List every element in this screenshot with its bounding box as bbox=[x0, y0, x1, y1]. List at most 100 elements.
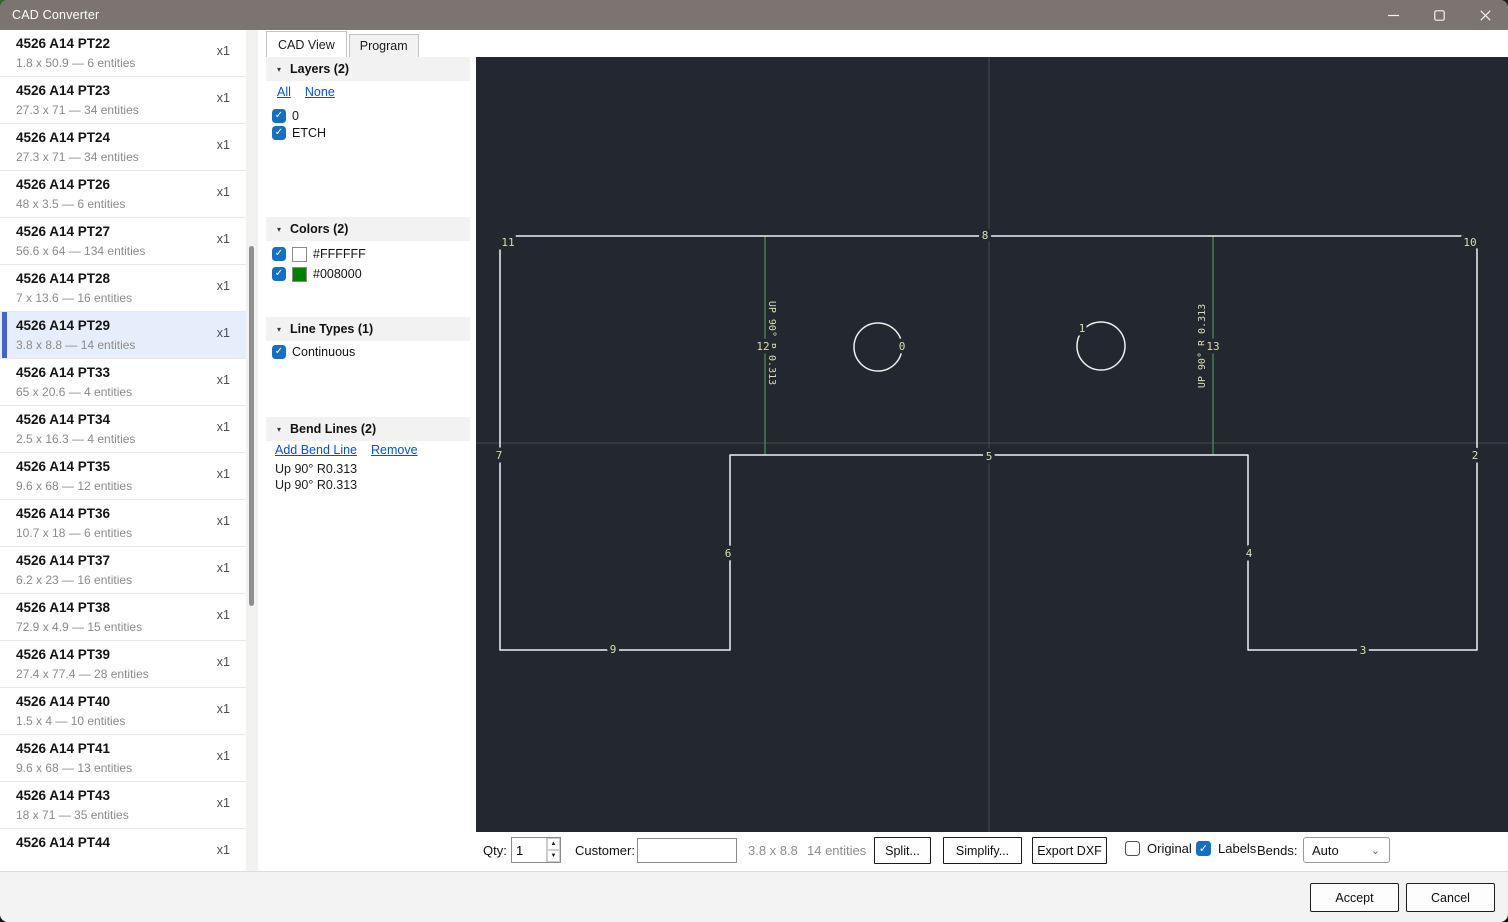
quantity-stepper[interactable]: ▲ ▼ bbox=[511, 837, 561, 863]
list-item[interactable]: 4526 A14 PT2648 x 3.5 — 6 entitiesx1 bbox=[0, 171, 246, 218]
part-summary: 27.4 x 77.4 — 28 entities bbox=[16, 666, 232, 682]
tool-panel: ▾ Layers (2) All None ▾ Colors (2) ▾ Lin… bbox=[258, 57, 476, 832]
part-name: 4526 A14 PT28 bbox=[16, 270, 232, 288]
collapse-arrow-icon[interactable]: ▾ bbox=[277, 65, 281, 74]
original-checkbox-row[interactable]: Original bbox=[1125, 841, 1192, 856]
checkbox-checked-icon[interactable]: ✓ bbox=[272, 247, 286, 261]
panel-row[interactable]: ✓ ETCH bbox=[272, 124, 326, 142]
bend-line-entry[interactable]: Up 90° R0.313 bbox=[275, 462, 357, 476]
part-qty-badge: x1 bbox=[217, 279, 230, 293]
maximize-icon[interactable] bbox=[1416, 0, 1462, 30]
bend-line-entry[interactable]: Up 90° R0.313 bbox=[275, 478, 357, 492]
minimize-icon[interactable] bbox=[1370, 0, 1416, 30]
list-item[interactable]: 4526 A14 PT44x1 bbox=[0, 829, 246, 871]
part-qty-badge: x1 bbox=[217, 138, 230, 152]
footer-bar: Accept Cancel bbox=[0, 871, 1508, 922]
part-name: 4526 A14 PT43 bbox=[16, 787, 232, 805]
checkbox-checked-icon[interactable]: ✓ bbox=[272, 345, 286, 359]
list-item[interactable]: 4526 A14 PT359.6 x 68 — 12 entitiesx1 bbox=[0, 453, 246, 500]
split-button[interactable]: Split... bbox=[874, 837, 931, 864]
parts-list-scrollbar[interactable] bbox=[246, 30, 258, 871]
accept-button[interactable]: Accept bbox=[1310, 883, 1399, 912]
collapse-arrow-icon[interactable]: ▾ bbox=[277, 225, 281, 234]
part-name: 4526 A14 PT33 bbox=[16, 364, 232, 382]
add-bend-line-link[interactable]: Add Bend Line bbox=[275, 443, 357, 457]
layers-all-link[interactable]: All bbox=[277, 85, 291, 99]
list-item[interactable]: 4526 A14 PT3365 x 20.6 — 4 entitiesx1 bbox=[0, 359, 246, 406]
checkbox-checked-icon[interactable]: ✓ bbox=[272, 126, 286, 140]
list-item[interactable]: 4526 A14 PT3872.9 x 4.9 — 15 entitiesx1 bbox=[0, 594, 246, 641]
remove-bend-line-link[interactable]: Remove bbox=[371, 443, 418, 457]
list-item[interactable]: 4526 A14 PT342.5 x 16.3 — 4 entitiesx1 bbox=[0, 406, 246, 453]
list-item[interactable]: 4526 A14 PT28 7 x 13.6 — 16 entitiesx1 bbox=[0, 265, 246, 312]
close-icon[interactable] bbox=[1462, 0, 1508, 30]
panel-row[interactable]: ✓ #008000 bbox=[272, 265, 362, 283]
window-title: CAD Converter bbox=[0, 8, 99, 22]
collapse-arrow-icon[interactable]: ▾ bbox=[277, 325, 281, 334]
part-qty-badge: x1 bbox=[217, 44, 230, 58]
panel-row-label: ETCH bbox=[292, 126, 326, 140]
chevron-down-icon: ⌄ bbox=[1371, 844, 1389, 857]
tab-cad-view[interactable]: CAD View bbox=[266, 31, 347, 57]
part-name: 4526 A14 PT23 bbox=[16, 82, 232, 100]
tab-program[interactable]: Program bbox=[349, 34, 419, 57]
tab-program-label: Program bbox=[360, 39, 408, 53]
spin-up-icon[interactable]: ▲ bbox=[547, 838, 560, 850]
list-item[interactable]: 4526 A14 PT376.2 x 23 — 16 entitiesx1 bbox=[0, 547, 246, 594]
bend-lines-links: Add Bend Line Remove bbox=[275, 443, 418, 457]
original-checkbox[interactable] bbox=[1125, 841, 1140, 856]
spin-down-icon[interactable]: ▼ bbox=[547, 850, 560, 862]
part-name: 4526 A14 PT26 bbox=[16, 176, 232, 194]
bend-lines-section-header[interactable]: ▾ Bend Lines (2) bbox=[266, 417, 470, 441]
panel-row-label: #008000 bbox=[313, 267, 362, 281]
cancel-button[interactable]: Cancel bbox=[1406, 883, 1495, 912]
list-item[interactable]: 4526 A14 PT401.5 x 4 — 10 entitiesx1 bbox=[0, 688, 246, 735]
list-item[interactable]: 4526 A14 PT2756.6 x 64 — 134 entitiesx1 bbox=[0, 218, 246, 265]
layers-section-title: Layers (2) bbox=[290, 62, 349, 76]
scrollbar-thumb[interactable] bbox=[249, 246, 254, 606]
customer-input[interactable] bbox=[637, 838, 737, 863]
part-summary: 18 x 71 — 35 entities bbox=[16, 807, 232, 823]
part-qty-badge: x1 bbox=[217, 843, 230, 857]
quantity-input[interactable] bbox=[512, 838, 546, 862]
labels-checkbox-row[interactable]: ✓ Labels bbox=[1196, 841, 1256, 856]
layers-none-link[interactable]: None bbox=[305, 85, 335, 99]
layers-section-header[interactable]: ▾ Layers (2) bbox=[266, 57, 470, 81]
list-item[interactable]: 4526 A14 PT2427.3 x 71 — 34 entitiesx1 bbox=[0, 124, 246, 171]
simplify-button[interactable]: Simplify... bbox=[943, 837, 1022, 864]
entity-label: 8 bbox=[982, 229, 989, 242]
part-summary: 10.7 x 18 — 6 entities bbox=[16, 525, 232, 541]
list-item[interactable]: 4526 A14 PT293.8 x 8.8 — 14 entitiesx1 bbox=[0, 312, 246, 359]
part-qty-badge: x1 bbox=[217, 702, 230, 716]
export-dxf-button[interactable]: Export DXF bbox=[1032, 837, 1107, 864]
entity-label: 2 bbox=[1472, 449, 1479, 462]
panel-row[interactable]: ✓0 bbox=[272, 107, 299, 125]
bends-selected-value: Auto bbox=[1304, 843, 1371, 858]
part-summary: 7 x 13.6 — 16 entities bbox=[16, 290, 232, 306]
part-name: 4526 A14 PT34 bbox=[16, 411, 232, 429]
list-item[interactable]: 4526 A14 PT2327.3 x 71 — 34 entitiesx1 bbox=[0, 77, 246, 124]
entity-label: 9 bbox=[610, 643, 617, 656]
part-summary: 6.2 x 23 — 16 entities bbox=[16, 572, 232, 588]
line-types-section-header[interactable]: ▾ Line Types (1) bbox=[266, 317, 470, 341]
list-item[interactable]: 4526 A14 PT3927.4 x 77.4 — 28 entitiesx1 bbox=[0, 641, 246, 688]
colors-section-header[interactable]: ▾ Colors (2) bbox=[266, 217, 470, 241]
list-item[interactable]: 4526 A14 PT3610.7 x 18 — 6 entitiesx1 bbox=[0, 500, 246, 547]
customer-label: Customer: bbox=[575, 843, 635, 858]
bends-dropdown[interactable]: Auto ⌄ bbox=[1303, 837, 1390, 863]
panel-row-label: #FFFFFF bbox=[313, 247, 366, 261]
cad-canvas[interactable]: UP 90° R 0.313UP 90° R 0.313012345678910… bbox=[476, 57, 1508, 832]
color-swatch bbox=[292, 267, 307, 282]
collapse-arrow-icon[interactable]: ▾ bbox=[277, 425, 281, 434]
panel-row[interactable]: ✓Continuous bbox=[272, 343, 355, 361]
cad-drawing: UP 90° R 0.313UP 90° R 0.313012345678910… bbox=[476, 57, 1508, 832]
part-name: 4526 A14 PT35 bbox=[16, 458, 232, 476]
panel-row[interactable]: ✓ #FFFFFF bbox=[272, 245, 366, 263]
part-name: 4526 A14 PT27 bbox=[16, 223, 232, 241]
checkbox-checked-icon[interactable]: ✓ bbox=[272, 109, 286, 123]
labels-checkbox[interactable]: ✓ bbox=[1196, 841, 1211, 856]
list-item[interactable]: 4526 A14 PT221.8 x 50.9 — 6 entitiesx1 bbox=[0, 30, 246, 77]
checkbox-checked-icon[interactable]: ✓ bbox=[272, 267, 286, 281]
list-item[interactable]: 4526 A14 PT419.6 x 68 — 13 entitiesx1 bbox=[0, 735, 246, 782]
list-item[interactable]: 4526 A14 PT4318 x 71 — 35 entitiesx1 bbox=[0, 782, 246, 829]
